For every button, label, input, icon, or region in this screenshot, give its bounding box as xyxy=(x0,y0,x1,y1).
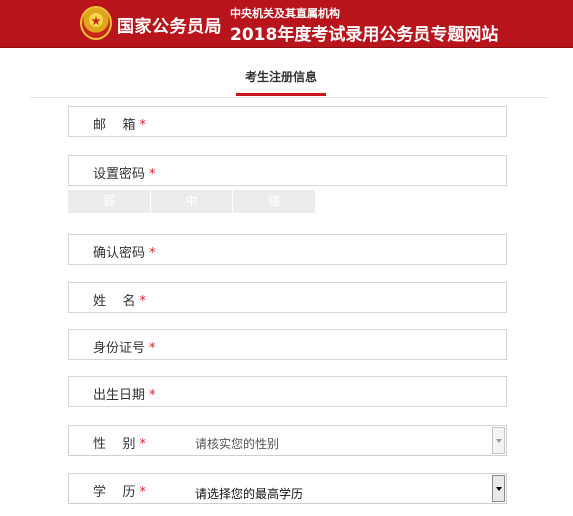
required-marker: * xyxy=(139,294,147,309)
tab-divider xyxy=(30,97,547,98)
id-number-field[interactable]: 身份证号 * xyxy=(68,329,507,360)
required-marker: * xyxy=(139,118,147,133)
header-title: 2018年度考试录用公务员专题网站 xyxy=(230,25,499,45)
required-marker: * xyxy=(149,167,156,182)
tab-bar: 考生注册信息 xyxy=(0,48,573,98)
required-marker: * xyxy=(149,388,156,403)
chevron-down-icon xyxy=(496,439,502,443)
email-field[interactable]: 邮 箱 * xyxy=(68,106,507,137)
id-number-label: 身份证号 * xyxy=(93,341,156,356)
password-label: 设置密码 * xyxy=(93,167,156,182)
active-tab-indicator xyxy=(236,93,326,96)
brand-name: 国家公务员局 xyxy=(117,17,222,37)
education-label: 学 历 * xyxy=(93,485,147,500)
required-marker: * xyxy=(139,485,147,500)
strength-strong: 强 xyxy=(233,190,316,213)
header-subtitle: 中央机关及其直属机构 xyxy=(230,7,340,20)
confirm-password-field[interactable]: 确认密码 * xyxy=(68,234,507,265)
gender-label: 性 别 * xyxy=(93,437,147,452)
strength-weak: 弱 xyxy=(68,190,150,213)
required-marker: * xyxy=(139,437,147,452)
name-label: 姓 名 * xyxy=(93,294,147,309)
education-dropdown-button[interactable] xyxy=(492,475,505,502)
password-strength-meter: 弱 中 强 xyxy=(68,190,316,213)
email-label: 邮 箱 * xyxy=(93,118,147,133)
name-field[interactable]: 姓 名 * xyxy=(68,282,507,313)
required-marker: * xyxy=(149,341,156,356)
strength-medium: 中 xyxy=(150,190,233,213)
gender-select[interactable]: 性 别 * 请核实您的性别 xyxy=(68,425,507,456)
tab-registration-info[interactable]: 考生注册信息 xyxy=(236,68,326,85)
required-marker: * xyxy=(149,246,156,261)
password-field[interactable]: 设置密码 * xyxy=(68,155,507,186)
confirm-password-label: 确认密码 * xyxy=(93,246,156,261)
gender-dropdown-button[interactable] xyxy=(492,427,505,454)
birthdate-field[interactable]: 出生日期 * xyxy=(68,376,507,407)
education-selected-value: 请选择您的最高学历 xyxy=(195,487,304,501)
education-select[interactable]: 学 历 * 请选择您的最高学历 xyxy=(68,473,507,504)
birthdate-label: 出生日期 * xyxy=(93,388,156,403)
gender-selected-value: 请核实您的性别 xyxy=(195,437,280,451)
national-emblem-icon xyxy=(80,6,112,40)
chevron-down-icon xyxy=(496,487,502,491)
site-header: 国家公务员局 中央机关及其直属机构 2018年度考试录用公务员专题网站 xyxy=(0,0,573,48)
